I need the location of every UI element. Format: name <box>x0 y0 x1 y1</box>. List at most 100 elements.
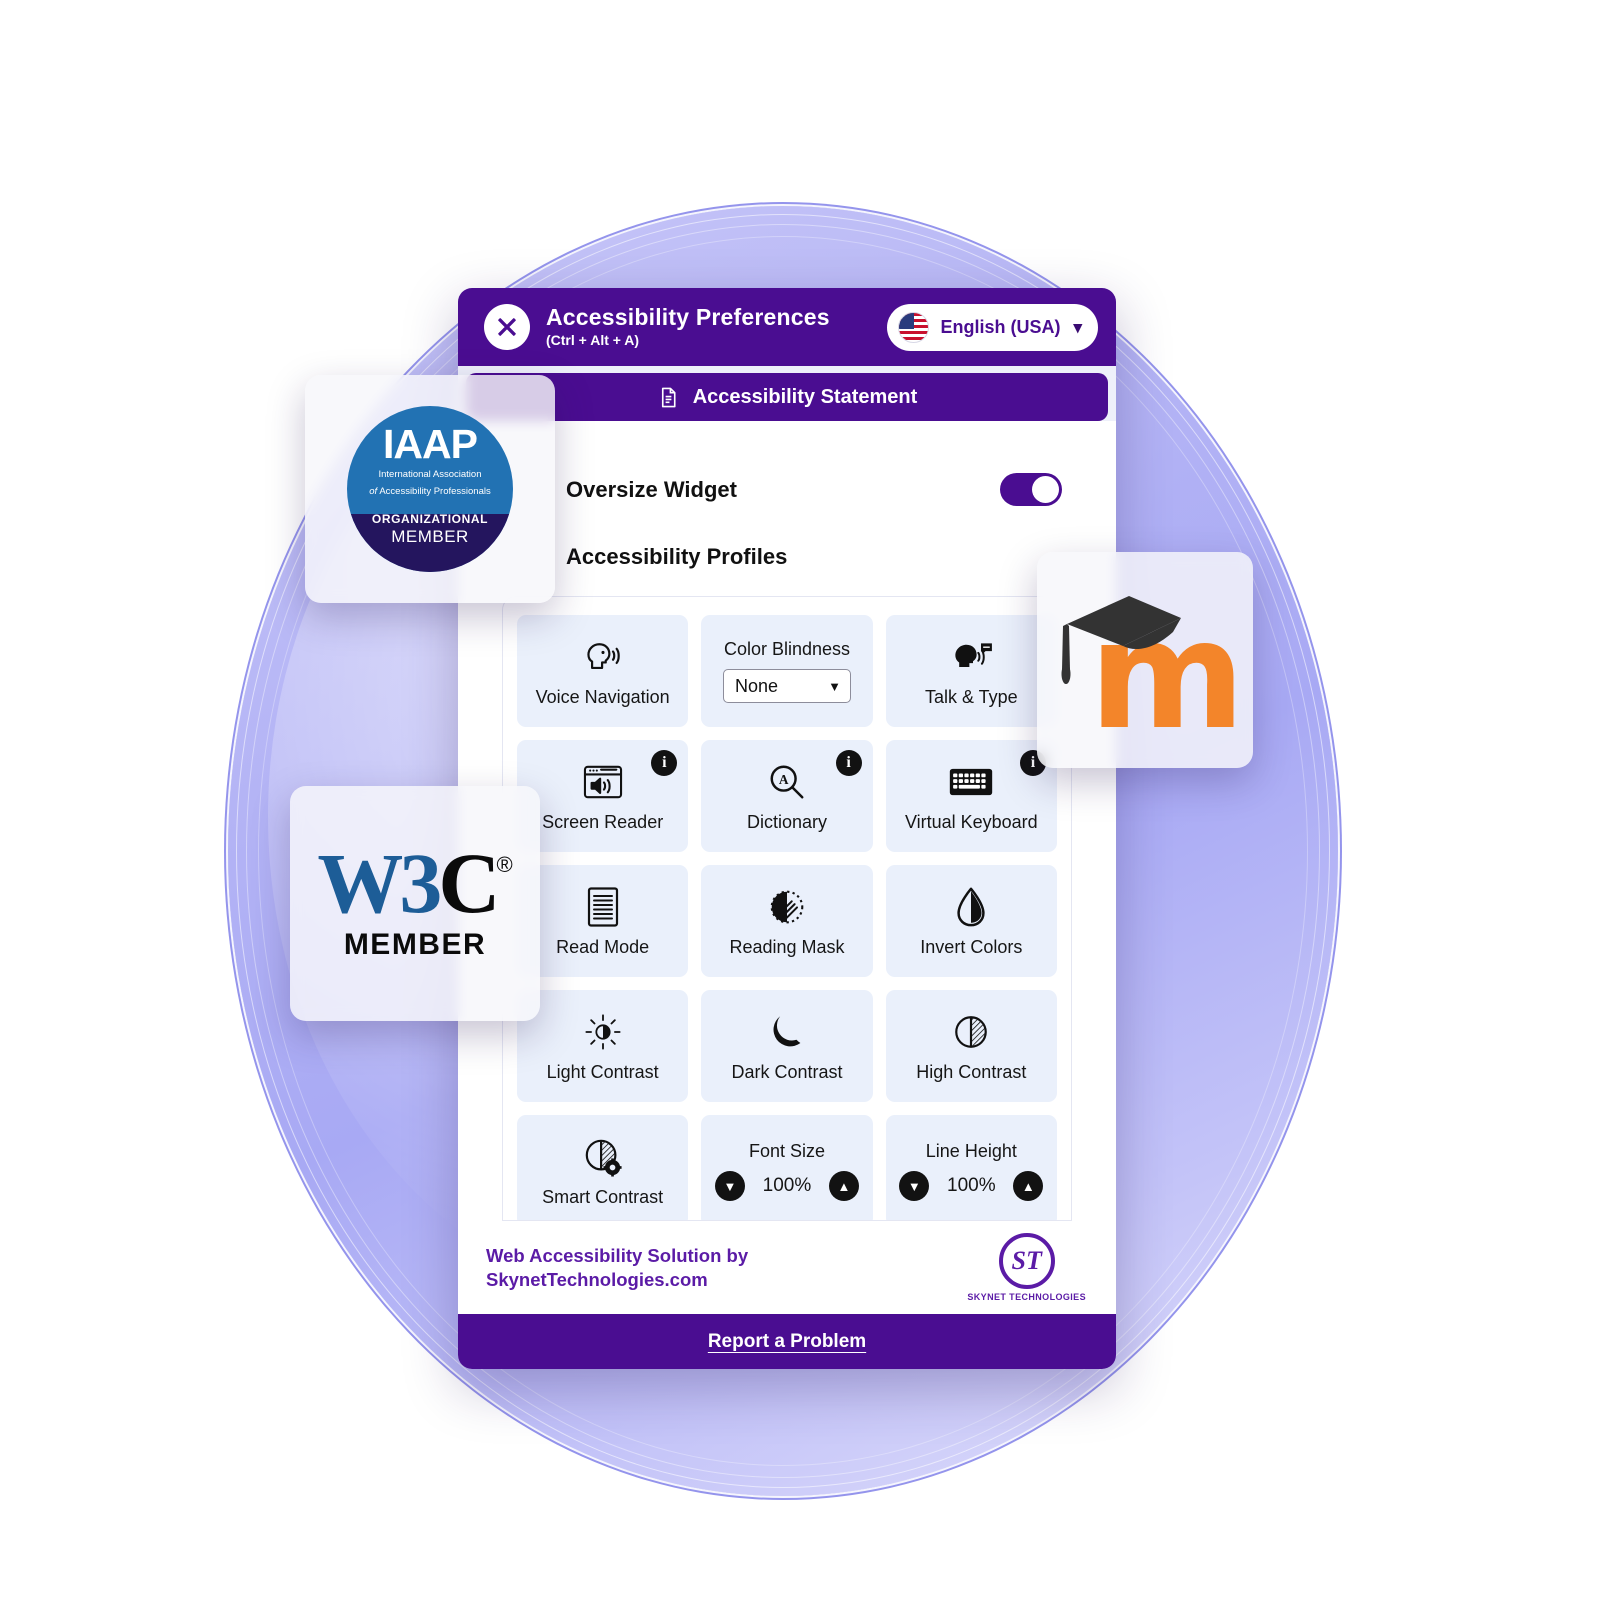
feature-label: Line Height <box>925 1141 1017 1161</box>
feature-label: Dictionary <box>746 811 827 832</box>
footer-credit-line1: Web Accessibility Solution by <box>486 1245 749 1267</box>
feature-label: Color Blindness <box>723 639 851 659</box>
feature-tile-high-contrast[interactable]: High Contrast <box>885 990 1057 1102</box>
oversize-widget-label: Oversize Widget <box>566 476 737 502</box>
feature-label: Light Contrast <box>546 1061 659 1082</box>
sun-contrast-icon <box>583 1010 623 1054</box>
moodle-logo: m <box>1045 580 1245 751</box>
color-blindness-select[interactable]: None ▼ <box>722 669 851 703</box>
reading-mask-icon <box>766 885 808 929</box>
graduation-cap-icon <box>1053 588 1183 693</box>
skynet-logo: ST SKYNET TECHNOLOGIES <box>967 1233 1086 1302</box>
circle-contrast-icon <box>952 1010 990 1054</box>
w3c-logo-blue: W3 <box>317 834 442 931</box>
document-icon <box>661 387 676 407</box>
chevron-up-icon[interactable]: ▲ <box>1013 1171 1044 1201</box>
skynet-logo-name: SKYNET TECHNOLOGIES <box>967 1292 1086 1302</box>
language-selector[interactable]: English (USA) ▾ <box>887 303 1098 351</box>
widget-header: Accessibility Preferences (Ctrl + Alt + … <box>458 288 1116 366</box>
droplet-contrast-icon <box>954 885 988 929</box>
language-label: English (USA) <box>940 316 1061 337</box>
close-x-icon <box>498 318 516 336</box>
close-button[interactable] <box>484 304 530 350</box>
circle-gear-contrast-icon <box>583 1135 623 1179</box>
svg-text:A: A <box>779 771 789 786</box>
feature-tile-invert-colors[interactable]: Invert Colors <box>885 865 1057 977</box>
feature-tile-virtual-keyboard[interactable]: i Virtual Keyboard <box>885 740 1057 852</box>
w3c-logo-top: W3 C ® <box>317 834 513 931</box>
select-value: None <box>734 675 779 696</box>
registered-trademark-icon: ® <box>496 851 513 877</box>
feature-tile-reading-mask[interactable]: Reading Mask <box>701 865 873 977</box>
features-grid: Voice Navigation Color Blindness None ▼ <box>517 615 1057 1220</box>
w3c-member-badge: W3 C ® MEMBER <box>290 786 540 1021</box>
talk-type-icon <box>948 635 994 679</box>
font-size-value: 100% <box>762 1175 812 1196</box>
footer-credit: Web Accessibility Solution by SkynetTech… <box>486 1244 748 1290</box>
statement-bar-wrap: Accessibility Statement <box>458 366 1116 421</box>
features-card: Voice Navigation Color Blindness None ▼ <box>502 596 1072 1221</box>
feature-tile-voice-navigation[interactable]: Voice Navigation <box>517 615 689 727</box>
feature-label: Smart Contrast <box>542 1186 664 1207</box>
keyboard-icon <box>948 760 994 804</box>
feature-tile-read-mode[interactable]: Read Mode <box>517 865 689 977</box>
footer-credit-line2: SkynetTechnologies.com <box>486 1268 708 1290</box>
us-flag-icon <box>898 311 930 343</box>
w3c-member-label: MEMBER <box>343 928 487 962</box>
w3c-logo: W3 C ® MEMBER <box>317 834 513 962</box>
feature-tile-color-blindness[interactable]: Color Blindness None ▼ <box>701 615 873 727</box>
line-height-stepper: ▼ 100% ▲ <box>899 1171 1044 1201</box>
feature-label: Font Size <box>748 1141 826 1161</box>
feature-tile-talk-and-type[interactable]: Talk & Type <box>885 615 1057 727</box>
iaap-acronym: IAAP <box>383 421 478 467</box>
feature-label: High Contrast <box>916 1061 1027 1082</box>
feature-tile-smart-contrast[interactable]: Smart Contrast <box>517 1115 689 1220</box>
w3c-logo-black: C <box>438 834 500 931</box>
speaking-head-icon <box>581 635 625 679</box>
line-height-value: 100% <box>947 1175 996 1196</box>
iaap-org-line2-text: Accessibility Professionals <box>379 485 491 497</box>
feature-label: Dark Contrast <box>731 1061 843 1082</box>
info-icon[interactable]: i <box>651 750 678 776</box>
feature-tile-screen-reader[interactable]: i Screen Reader <box>517 740 689 852</box>
feature-label: Reading Mask <box>729 936 845 957</box>
keyboard-shortcut-hint: (Ctrl + Alt + A) <box>546 332 640 349</box>
feature-tile-dark-contrast[interactable]: Dark Contrast <box>701 990 873 1102</box>
document-lines-icon <box>586 885 620 929</box>
feature-label: Voice Navigation <box>535 686 670 707</box>
chevron-up-icon[interactable]: ▲ <box>828 1171 859 1201</box>
info-icon[interactable]: i <box>835 750 862 776</box>
feature-label: Read Mode <box>556 936 650 957</box>
feature-tile-font-size[interactable]: Font Size ▼ 100% ▲ <box>701 1115 873 1220</box>
feature-label: Talk & Type <box>924 686 1018 707</box>
feature-tile-dictionary[interactable]: i A Dictionary <box>701 740 873 852</box>
caret-down-icon: ▼ <box>828 678 841 694</box>
oversize-widget-toggle[interactable] <box>1000 473 1062 506</box>
accessibility-widget-panel: Accessibility Preferences (Ctrl + Alt + … <box>458 288 1116 1369</box>
oversize-widget-row: Oversize Widget <box>458 421 1116 506</box>
header-text-block: Accessibility Preferences (Ctrl + Alt + … <box>546 305 871 348</box>
page-title: Accessibility Preferences <box>546 304 830 331</box>
chevron-down-icon[interactable]: ▼ <box>714 1171 745 1201</box>
iaap-tier: ORGANIZATIONAL <box>371 511 489 526</box>
accessibility-profiles-label: Accessibility Profiles <box>566 544 788 569</box>
feature-tile-line-height[interactable]: Line Height ▼ 100% ▲ <box>885 1115 1057 1220</box>
chevron-down-icon[interactable]: ▼ <box>899 1171 930 1201</box>
font-size-stepper: ▼ 100% ▲ <box>714 1171 859 1201</box>
widget-body: Oversize Widget Accessibility Profiles V… <box>458 421 1116 1221</box>
feature-label: Invert Colors <box>920 936 1023 957</box>
toggle-knob <box>1032 476 1059 503</box>
screen-reader-icon <box>582 760 624 804</box>
screenshot-root: Accessibility Preferences (Ctrl + Alt + … <box>0 0 1603 1619</box>
iaap-org-line2: of Accessibility Professionals <box>359 486 500 499</box>
report-problem-link[interactable]: Report a Problem <box>708 1331 866 1353</box>
skynet-logo-mark: ST <box>998 1233 1055 1289</box>
accessibility-profiles-row: Accessibility Profiles <box>458 506 1116 570</box>
iaap-member-label: MEMBER <box>391 526 469 546</box>
dictionary-search-icon: A <box>767 760 807 804</box>
accessibility-statement-button[interactable]: Accessibility Statement <box>466 373 1108 421</box>
report-problem-bar: Report a Problem <box>458 1314 1116 1369</box>
feature-tile-light-contrast[interactable]: Light Contrast <box>517 990 689 1102</box>
moon-icon <box>769 1010 805 1054</box>
chevron-down-icon: ▾ <box>1073 317 1082 337</box>
